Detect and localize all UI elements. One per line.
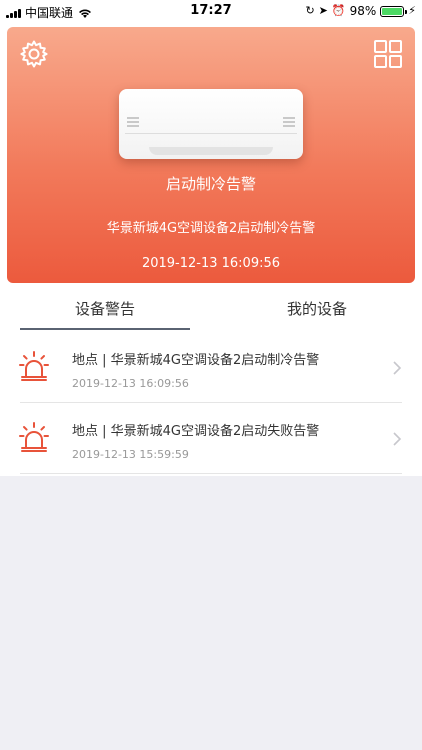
battery-percent: 98% xyxy=(349,4,377,18)
alert-item-title: 地点 | 华景新城4G空调设备2启动失败告警 xyxy=(72,424,320,439)
air-conditioner-image xyxy=(119,89,303,159)
status-right: ↻ ➤ ⏰ 98% ⚡ xyxy=(305,4,416,18)
list-item[interactable]: 地点 | 华景新城4G空调设备2启动制冷告警 2019-12-13 16:09:… xyxy=(0,332,422,403)
tab-active-indicator xyxy=(20,328,190,330)
ac-air-outlet xyxy=(149,147,273,155)
alarm-light-icon xyxy=(19,422,49,452)
alert-list: 地点 | 华景新城4G空调设备2启动制冷告警 2019-12-13 16:09:… xyxy=(0,332,422,474)
alert-title: 启动制冷告警 xyxy=(165,175,256,193)
gear-icon[interactable] xyxy=(19,39,49,69)
alert-item-time: 2019-12-13 16:09:56 xyxy=(72,377,189,390)
ac-vent-right xyxy=(283,117,295,127)
charging-icon: ⚡ xyxy=(408,4,416,17)
list-item[interactable]: 地点 | 华景新城4G空调设备2启动失败告警 2019-12-13 15:59:… xyxy=(0,403,422,474)
alert-description: 华景新城4G空调设备2启动制冷告警 xyxy=(106,221,316,236)
ac-panel-line xyxy=(125,133,297,134)
tab-my-devices[interactable]: 我的设备 xyxy=(232,290,402,330)
alert-hero-card: 启动制冷告警 华景新城4G空调设备2启动制冷告警 2019-12-13 16:0… xyxy=(7,27,415,283)
alert-timestamp: 2019-12-13 16:09:56 xyxy=(141,256,281,271)
chevron-right-icon xyxy=(393,361,402,375)
battery-fill xyxy=(382,7,402,15)
status-bar: 中国联通 17:27 ↻ ➤ ⏰ 98% ⚡ xyxy=(0,0,422,22)
ac-vent-left xyxy=(127,117,139,127)
battery-icon xyxy=(380,5,408,17)
grid-icon[interactable] xyxy=(373,39,403,69)
alarm-clock-icon: ⏰ xyxy=(331,4,346,17)
alarm-light-icon xyxy=(19,351,49,381)
empty-background-area xyxy=(0,476,422,750)
rotation-lock-icon: ↻ xyxy=(305,4,315,17)
location-icon: ➤ xyxy=(318,4,328,17)
divider xyxy=(20,473,402,474)
app-screen: 中国联通 17:27 ↻ ➤ ⏰ 98% ⚡ 启动制冷告警 华景新城4G空调设备… xyxy=(0,0,422,750)
chevron-right-icon xyxy=(393,432,402,446)
alert-item-time: 2019-12-13 15:59:59 xyxy=(72,448,189,461)
tab-bar: 设备警告 我的设备 xyxy=(20,290,402,332)
tab-device-alerts[interactable]: 设备警告 xyxy=(20,290,190,330)
alert-item-title: 地点 | 华景新城4G空调设备2启动制冷告警 xyxy=(72,353,320,368)
